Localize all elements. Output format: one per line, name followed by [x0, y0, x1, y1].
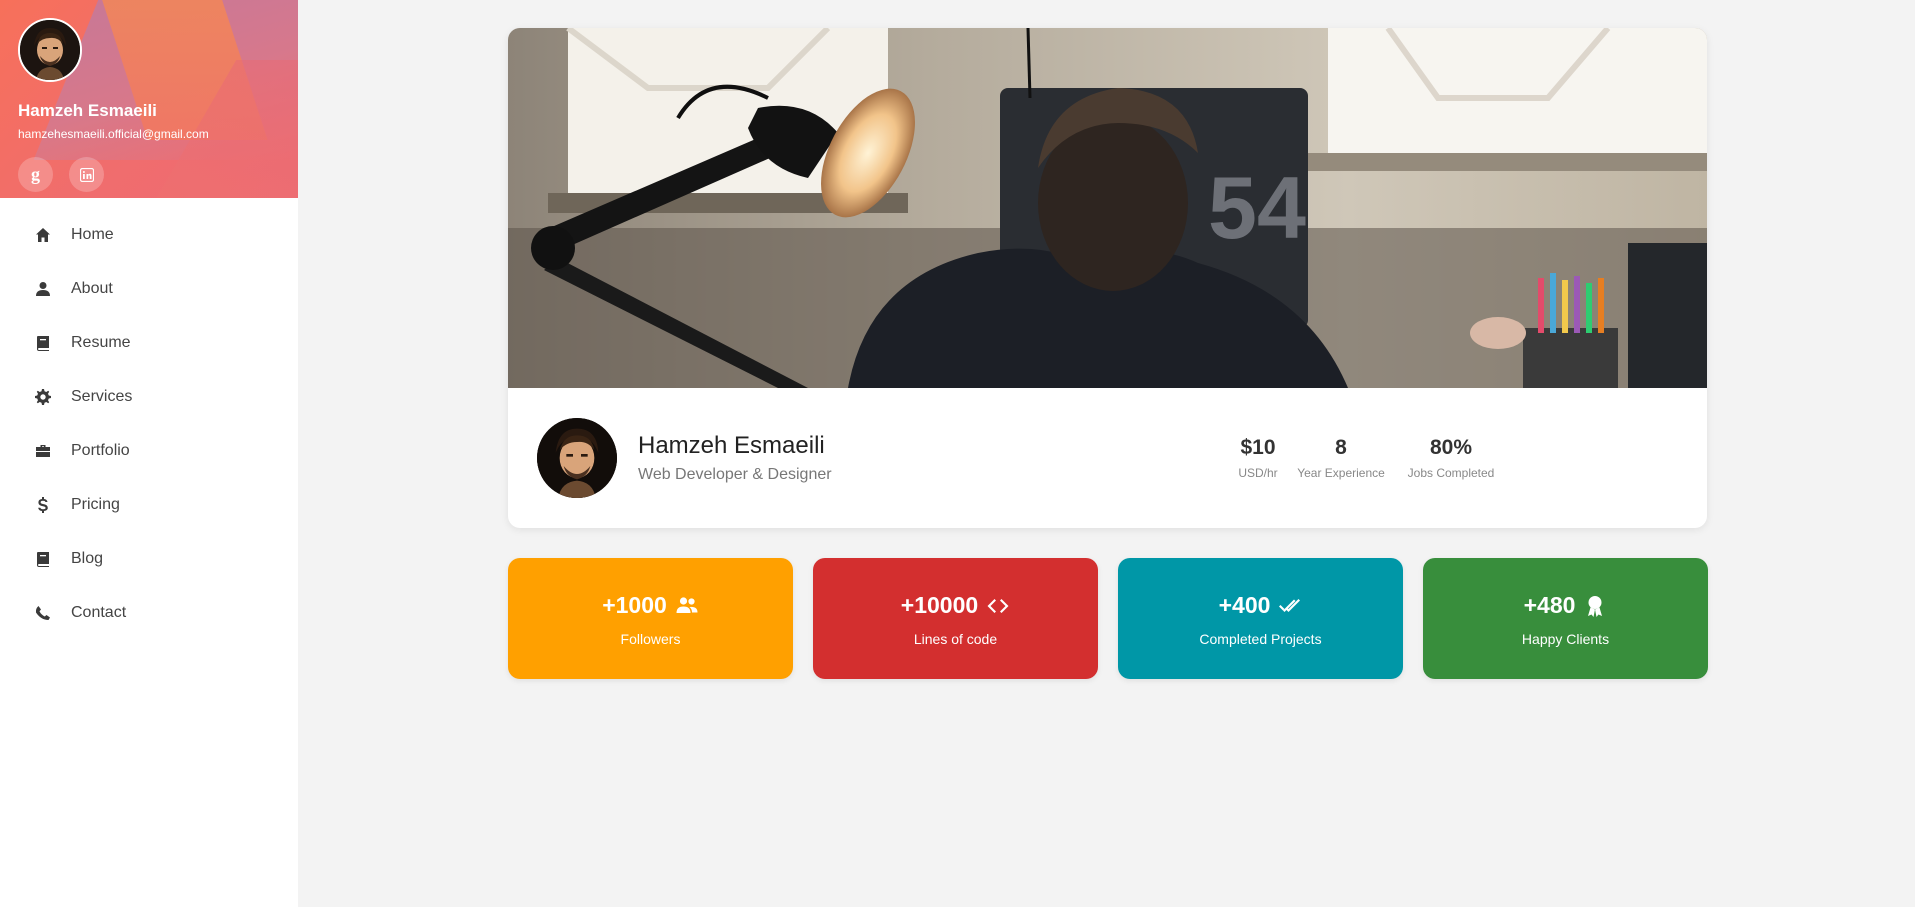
- sidebar-item-resume[interactable]: Resume: [0, 316, 298, 370]
- counter-value: +400: [1218, 592, 1271, 618]
- sidebar-nav: Home About Resume Services Portfolio Pri…: [0, 208, 298, 640]
- dollar-icon: [35, 497, 51, 513]
- person-icon: [35, 281, 51, 297]
- sidebar-item-contact[interactable]: Contact: [0, 586, 298, 640]
- sidebar-user-name: Hamzeh Esmaeili: [18, 101, 157, 120]
- counter-card-happy-clients: +480 Happy Clients: [1423, 558, 1708, 679]
- sidebar-item-about[interactable]: About: [0, 262, 298, 316]
- stat-rate: $10 USD/hr: [1232, 436, 1284, 480]
- avatar: [18, 18, 82, 82]
- users-icon: [675, 594, 699, 618]
- svg-text:54: 54: [1208, 158, 1306, 257]
- profile-card: 54 Hamzeh Esmaeili Web Developer & Desig…: [508, 28, 1707, 528]
- google-icon[interactable]: g: [18, 157, 53, 192]
- counter-label: Completed Projects: [1199, 631, 1322, 647]
- profile-title: Web Developer & Designer: [638, 466, 832, 483]
- sidebar-item-label: About: [71, 280, 113, 297]
- sidebar-item-label: Services: [71, 388, 133, 405]
- stat-label: Jobs Completed: [1407, 466, 1495, 480]
- sidebar-item-label: Portfolio: [71, 442, 130, 459]
- code-icon: [986, 594, 1010, 618]
- stat-jobs-completed: 80% Jobs Completed: [1403, 436, 1499, 480]
- counter-card-completed-projects: +400 Completed Projects: [1118, 558, 1403, 679]
- counter-value: +10000: [900, 592, 979, 618]
- profile-info: Hamzeh Esmaeili Web Developer & Designer…: [508, 388, 1707, 528]
- sidebar-header: Hamzeh Esmaeili hamzehesmaeili.official@…: [0, 0, 298, 198]
- counter-card-lines-of-code: +10000 Lines of code: [813, 558, 1098, 679]
- cover-photo: 54: [508, 28, 1707, 388]
- sidebar-item-pricing[interactable]: Pricing: [0, 478, 298, 532]
- sidebar-item-label: Home: [71, 226, 114, 243]
- sidebar-item-portfolio[interactable]: Portfolio: [0, 424, 298, 478]
- sidebar-item-label: Resume: [71, 334, 131, 351]
- award-icon: [1583, 594, 1607, 618]
- sidebar-user-email: hamzehesmaeili.official@gmail.com: [18, 127, 209, 141]
- sidebar-item-services[interactable]: Services: [0, 370, 298, 424]
- counter-label: Lines of code: [913, 631, 998, 647]
- stat-label: Year Experience: [1297, 466, 1385, 480]
- sidebar-item-label: Blog: [71, 550, 104, 567]
- home-icon: [35, 227, 51, 243]
- stat-value: 80%: [1429, 436, 1473, 459]
- phone-icon: [35, 605, 51, 621]
- briefcase-icon: [35, 443, 51, 459]
- stat-value: 8: [1335, 436, 1347, 459]
- book-icon: [35, 551, 51, 567]
- counter-label: Happy Clients: [1521, 631, 1610, 647]
- sidebar-item-label: Contact: [71, 604, 127, 621]
- stat-value: $10: [1240, 436, 1276, 459]
- profile-name: Hamzeh Esmaeili: [638, 432, 825, 459]
- gear-icon: [35, 389, 51, 405]
- linkedin-icon[interactable]: [69, 157, 104, 192]
- counter-label: Followers: [620, 631, 681, 647]
- sidebar: Hamzeh Esmaeili hamzehesmaeili.official@…: [0, 0, 298, 907]
- sidebar-item-blog[interactable]: Blog: [0, 532, 298, 586]
- counter-card-followers: +1000 Followers: [508, 558, 793, 679]
- counter-value: +480: [1523, 592, 1576, 618]
- counter-value: +1000: [602, 592, 667, 618]
- stat-label: USD/hr: [1238, 466, 1278, 480]
- avatar: [537, 418, 617, 498]
- sidebar-item-home[interactable]: Home: [0, 208, 298, 262]
- stat-experience: 8 Year Experience: [1293, 436, 1389, 480]
- sidebar-item-label: Pricing: [71, 496, 120, 513]
- book-icon: [35, 335, 51, 351]
- double-check-icon: [1278, 594, 1302, 618]
